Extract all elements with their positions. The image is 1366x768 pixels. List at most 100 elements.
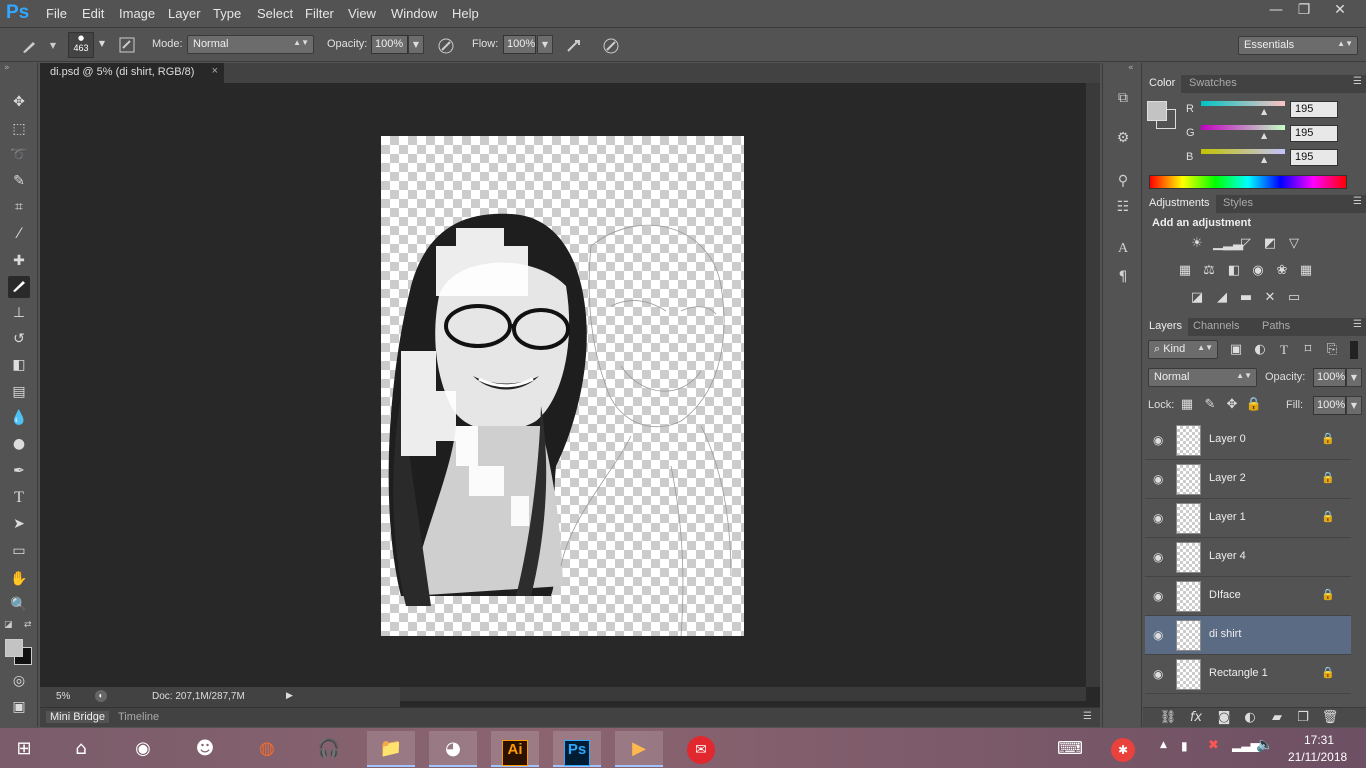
media-player-icon[interactable]: ▶ xyxy=(615,731,663,767)
show-hidden-icons-icon[interactable]: ▲ xyxy=(1160,740,1167,750)
tool-preset-dropdown-icon[interactable]: ▼ xyxy=(44,37,62,55)
red-value[interactable]: 195 xyxy=(1290,101,1338,118)
layer-name[interactable]: di shirt xyxy=(1209,628,1241,640)
curves-icon[interactable]: ◸ xyxy=(1237,235,1255,253)
screen-mode-icon[interactable]: ▣ xyxy=(8,696,30,718)
visibility-eye-icon[interactable]: ◉ xyxy=(1153,511,1163,525)
menu-window[interactable]: Window xyxy=(391,6,437,21)
vertical-scrollbar[interactable] xyxy=(1086,83,1100,687)
layer-name[interactable]: Layer 0 xyxy=(1209,433,1246,445)
clock-date[interactable]: 21/11/2018 xyxy=(1288,750,1347,764)
layer-row[interactable]: ◉ Layer 4 xyxy=(1145,538,1351,577)
swap-colors-icon[interactable]: ⇄ xyxy=(24,620,32,630)
default-colors-icon[interactable]: ◪ xyxy=(4,620,13,630)
new-layer-icon[interactable]: ❐ xyxy=(1294,709,1312,727)
lasso-tool-icon[interactable]: ➰ xyxy=(8,144,30,166)
opacity-field[interactable]: 100% xyxy=(371,35,408,54)
windows-start-icon[interactable]: ⊞ xyxy=(0,731,48,767)
panel-menu-icon[interactable]: ☰ xyxy=(1353,196,1362,207)
blue-value[interactable]: 195 xyxy=(1290,149,1338,166)
threshold-icon[interactable]: ▬ xyxy=(1237,289,1255,307)
new-adjustment-layer-icon[interactable]: ◐ xyxy=(1241,709,1259,727)
color-lookup-icon[interactable]: ▦ xyxy=(1297,262,1315,280)
menu-image[interactable]: Image xyxy=(119,6,155,21)
panel-menu-icon[interactable]: ☰ xyxy=(1083,711,1092,722)
discord-icon[interactable]: ☻ xyxy=(181,731,229,767)
dodge-tool-icon[interactable]: ● xyxy=(8,433,30,455)
flow-dropdown-icon[interactable]: ▼ xyxy=(537,35,553,54)
history-panel-icon[interactable]: ⧉ xyxy=(1112,87,1134,109)
panel-menu-icon[interactable]: ☰ xyxy=(1353,76,1362,87)
properties-panel-icon[interactable]: ⚙ xyxy=(1112,127,1134,149)
fill-dropdown-icon[interactable]: ▼ xyxy=(1346,396,1362,415)
add-mask-icon[interactable]: ◙ xyxy=(1215,709,1233,727)
collapse-arrows-icon[interactable]: « xyxy=(1128,63,1134,73)
type-tool-icon[interactable]: T xyxy=(8,487,30,509)
layer-name[interactable]: Layer 2 xyxy=(1209,472,1246,484)
home-icon[interactable]: ⌂ xyxy=(57,731,105,767)
tab-mini-bridge[interactable]: Mini Bridge xyxy=(46,711,110,723)
slider-thumb-icon[interactable]: ▲ xyxy=(1261,155,1267,164)
filter-pixel-icon[interactable]: ▣ xyxy=(1227,341,1245,359)
layer-row[interactable]: ◉ di shirt xyxy=(1145,616,1351,655)
exposure-icon[interactable]: ◩ xyxy=(1261,235,1279,253)
brush-tool-icon[interactable] xyxy=(20,37,38,55)
tab-adjustments[interactable]: Adjustments xyxy=(1143,195,1216,213)
menu-filter[interactable]: Filter xyxy=(305,6,334,21)
restore-button[interactable]: ❐ xyxy=(1290,2,1318,22)
history-brush-tool-icon[interactable]: ↺ xyxy=(8,328,30,350)
invert-icon[interactable]: ◪ xyxy=(1188,289,1206,307)
green-value[interactable]: 195 xyxy=(1290,125,1338,142)
layer-filter-kind[interactable]: ⌕ Kind ▲▼ xyxy=(1148,340,1218,359)
pressure-opacity-icon[interactable] xyxy=(437,37,455,55)
posterize-icon[interactable]: ◢ xyxy=(1213,289,1231,307)
slider-thumb-icon[interactable]: ▲ xyxy=(1261,131,1267,140)
black-white-icon[interactable]: ◧ xyxy=(1225,262,1243,280)
mode-select[interactable]: Normal ▲▼ xyxy=(187,35,314,54)
visibility-eye-icon[interactable]: ◉ xyxy=(1153,472,1163,486)
mail-icon[interactable]: ✉ xyxy=(677,731,725,767)
quick-selection-tool-icon[interactable]: ✎ xyxy=(8,170,30,192)
workspace-switcher[interactable]: Essentials ▲▼ xyxy=(1238,36,1358,55)
collapse-arrows-icon[interactable]: » xyxy=(4,63,10,73)
keyboard-icon[interactable]: ⌨ xyxy=(1053,731,1087,767)
tab-channels[interactable]: Channels xyxy=(1187,318,1245,336)
hand-tool-icon[interactable]: ✋ xyxy=(8,568,30,590)
selective-color-icon[interactable]: ✕ xyxy=(1261,289,1279,307)
tab-timeline[interactable]: Timeline xyxy=(118,711,159,723)
volume-icon[interactable]: 🔈 xyxy=(1256,737,1273,753)
fg-color-chip[interactable] xyxy=(1147,101,1167,121)
notification-app-icon[interactable]: ✱ xyxy=(1103,731,1143,767)
teamspeak-icon[interactable]: 🎧 xyxy=(305,731,353,767)
visibility-eye-icon[interactable]: ◉ xyxy=(1153,628,1163,642)
color-balance-icon[interactable]: ⚖ xyxy=(1200,262,1218,280)
lock-position-icon[interactable]: ✥ xyxy=(1223,396,1241,414)
layer-opacity-field[interactable]: 100% xyxy=(1313,368,1346,387)
clock-time[interactable]: 17:31 xyxy=(1304,733,1334,747)
path-selection-tool-icon[interactable]: ➤ xyxy=(8,513,30,535)
character-panel-icon[interactable]: A xyxy=(1112,238,1134,260)
zoom-level[interactable]: 5% xyxy=(56,691,70,702)
lock-pixels-icon[interactable]: ✎ xyxy=(1201,396,1219,414)
layer-name[interactable]: Layer 4 xyxy=(1209,550,1246,562)
menu-edit[interactable]: Edit xyxy=(82,6,104,21)
layer-name[interactable]: Layer 1 xyxy=(1209,511,1246,523)
illustrator-icon[interactable]: Ai xyxy=(491,731,539,767)
brush-preset-arrow-icon[interactable]: ▼ xyxy=(94,35,110,54)
clone-stamp-tool-icon[interactable]: ⊥ xyxy=(8,302,30,324)
blue-slider[interactable] xyxy=(1201,149,1285,154)
flow-field[interactable]: 100% xyxy=(503,35,536,54)
blur-tool-icon[interactable]: 💧 xyxy=(8,407,30,429)
gradient-tool-icon[interactable]: ▤ xyxy=(8,381,30,403)
menu-select[interactable]: Select xyxy=(257,6,293,21)
color-spectrum-ramp[interactable] xyxy=(1149,175,1347,189)
layer-name[interactable]: Rectangle 1 xyxy=(1209,667,1268,679)
layer-row[interactable]: ◉ Layer 2 🔒 xyxy=(1145,460,1351,499)
vibrance-icon[interactable]: ▽ xyxy=(1285,235,1303,253)
hue-saturation-icon[interactable]: ▦ xyxy=(1176,262,1194,280)
eraser-tool-icon[interactable]: ◧ xyxy=(8,354,30,376)
file-explorer-icon[interactable]: 📁 xyxy=(367,731,415,767)
gradient-map-icon[interactable]: ▭ xyxy=(1285,289,1303,307)
steam-icon[interactable]: ◉ xyxy=(119,731,167,767)
close-tab-icon[interactable]: × xyxy=(212,65,218,77)
